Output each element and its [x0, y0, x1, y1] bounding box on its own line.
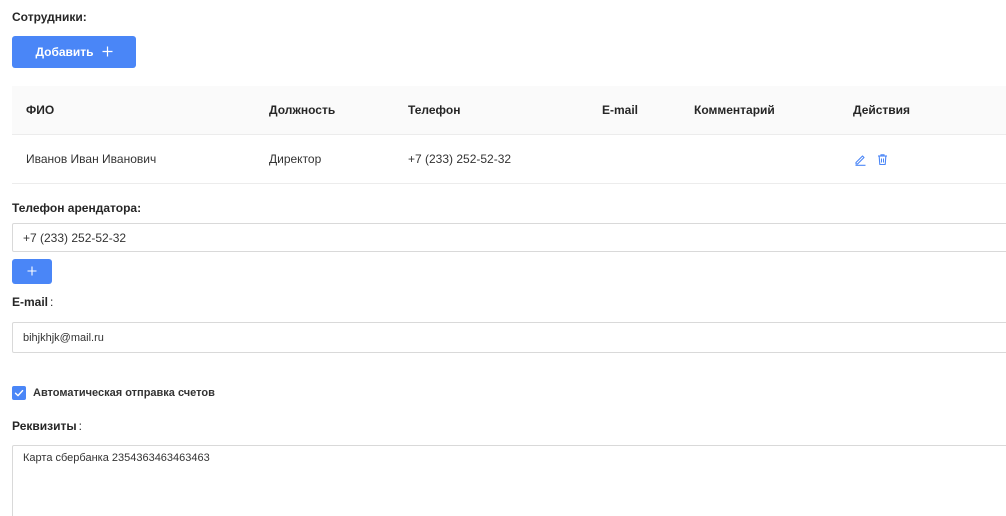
column-header-position: Должность — [269, 103, 336, 117]
auto-invoice-label: Автоматическая отправка счетов — [33, 387, 215, 399]
add-phone-button[interactable] — [12, 259, 52, 284]
column-header-name: ФИО — [26, 103, 55, 117]
checkmark-icon — [14, 389, 24, 397]
column-header-comment: Комментарий — [694, 103, 775, 117]
trash-icon[interactable] — [875, 152, 889, 166]
column-header-phone: Телефон — [408, 103, 461, 117]
column-header-actions: Действия — [853, 103, 911, 117]
plus-icon — [102, 45, 113, 60]
employee-name-cell: Иванов Иван Иванович — [26, 152, 157, 166]
email-label-text: E-mail — [12, 295, 49, 309]
employee-phone-cell: +7 (233) 252-52-32 — [408, 152, 512, 166]
add-employee-button-label: Добавить — [35, 45, 94, 59]
requisites-label-text: Реквизиты — [12, 419, 77, 433]
tenant-phone-label: Телефон арендатора: — [12, 201, 142, 215]
tenant-phone-value: +7 (233) 252-52-32 — [23, 230, 127, 245]
column-header-email: E-mail — [602, 103, 639, 117]
table-header: ФИО Должность Телефон E-mail Комментарий… — [12, 86, 1006, 135]
tenant-form: Сотрудники: Добавить ФИО Должность Телеф… — [0, 0, 1006, 516]
plus-icon — [27, 264, 37, 279]
email-value: bihjkhjk@mail.ru — [23, 331, 104, 344]
employees-label: Сотрудники: — [12, 10, 87, 24]
pencil-icon[interactable] — [853, 152, 867, 166]
auto-invoice-option: Автоматическая отправка счетов — [12, 386, 215, 400]
tenant-phone-input[interactable]: +7 (233) 252-52-32 — [12, 223, 1006, 252]
requisites-textarea[interactable]: Карта сбербанка 2354363463463463 — [12, 445, 1006, 516]
requisites-label: Реквизиты: — [12, 419, 82, 433]
auto-invoice-checkbox[interactable] — [12, 386, 26, 400]
add-employee-button[interactable]: Добавить — [12, 36, 136, 68]
email-label-separator: : — [50, 295, 54, 309]
email-label: E-mail: — [12, 295, 53, 309]
requisites-value: Карта сбербанка 2354363463463463 — [23, 452, 210, 464]
employees-table: ФИО Должность Телефон E-mail Комментарий… — [12, 86, 1006, 184]
employee-position-cell: Директор — [269, 152, 322, 166]
requisites-label-separator: : — [78, 419, 82, 433]
table-row: Иванов Иван Иванович Директор +7 (233) 2… — [12, 135, 1006, 184]
email-input[interactable]: bihjkhjk@mail.ru — [12, 322, 1006, 353]
employee-actions-cell — [853, 135, 889, 183]
